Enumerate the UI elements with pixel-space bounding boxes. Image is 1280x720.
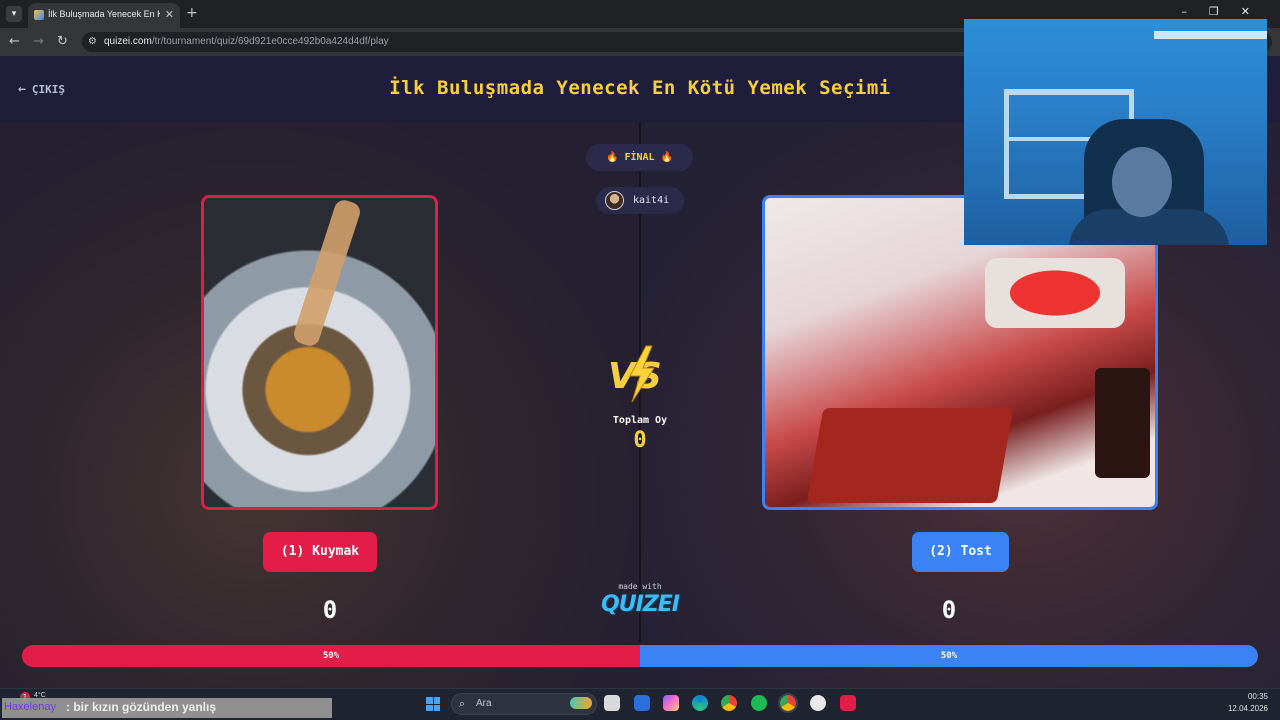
- window-controls[interactable]: –❐✕: [1181, 5, 1272, 18]
- tab-search-icon[interactable]: ▾: [6, 6, 22, 22]
- app-icon[interactable]: [840, 695, 856, 711]
- copilot-icon[interactable]: [663, 695, 679, 711]
- quiz-title: İlk Buluşmada Yenecek En Kötü Yemek Seçi…: [389, 77, 891, 99]
- exit-button[interactable]: ← ÇIKIŞ: [18, 82, 65, 97]
- system-clock[interactable]: 00:35 12.04.2026: [1228, 691, 1268, 715]
- food-photo-detail: [291, 198, 363, 349]
- food-photo-detail: [1095, 368, 1150, 478]
- option-1-percent-bar: 50%: [22, 645, 640, 667]
- edge-icon[interactable]: [692, 695, 708, 711]
- task-view-icon[interactable]: [604, 695, 620, 711]
- spotify-icon[interactable]: [751, 695, 767, 711]
- back-nav-icon[interactable]: ←: [9, 34, 20, 49]
- creator-badge[interactable]: kait4i: [596, 187, 684, 214]
- chat-ticker: Haxelenay : bir kızın gözünden yanlış: [2, 698, 332, 718]
- option-1-votes: 0: [322, 596, 338, 624]
- tab-title: İlk Buluşmada Yenecek En Kötü: [48, 9, 160, 19]
- obs-icon[interactable]: [810, 695, 826, 711]
- search-icon: ⌕: [459, 697, 466, 710]
- browser-tab[interactable]: İlk Buluşmada Yenecek En Kötü ✕: [28, 3, 180, 28]
- chrome-icon[interactable]: [721, 695, 737, 711]
- made-with-label: made with: [618, 582, 662, 591]
- food-photo-detail: [806, 408, 1014, 503]
- clock-date: 12.04.2026: [1227, 704, 1268, 713]
- creator-username: kait4i: [633, 195, 670, 206]
- round-badge: 🔥 FİNAL 🔥: [586, 144, 693, 171]
- forward-nav-icon[interactable]: →: [33, 34, 44, 49]
- back-arrow-icon: ←: [18, 82, 26, 97]
- exit-label: ÇIKIŞ: [31, 83, 65, 96]
- vs-lightning-icon: VS: [608, 345, 662, 403]
- total-votes-label: Toplam Oy: [612, 415, 668, 426]
- food-photo-detail: [985, 258, 1125, 328]
- webcam-overlay: [964, 19, 1267, 245]
- avatar: [605, 191, 624, 210]
- close-tab-icon[interactable]: ✕: [165, 8, 174, 21]
- webcam-person: [1112, 147, 1172, 217]
- site-info-icon[interactable]: ⚙: [88, 36, 97, 47]
- option-1-image[interactable]: [201, 195, 438, 510]
- clock-time: 00:35: [1247, 692, 1268, 701]
- url-text: quizei.com/tr/tournament/quiz/69d921e0cc…: [104, 36, 389, 47]
- outlook-icon[interactable]: [634, 695, 650, 711]
- reload-icon[interactable]: ↻: [57, 34, 68, 49]
- option-2-percent-bar: 50%: [640, 645, 1258, 667]
- favicon-icon: [34, 10, 44, 20]
- vote-option-2-button[interactable]: (2) Tost: [912, 532, 1009, 572]
- chat-message: : bir kızın gözünden yanlış: [66, 700, 217, 714]
- new-tab-icon[interactable]: +: [186, 5, 198, 21]
- chrome-active-icon[interactable]: [778, 693, 798, 713]
- webcam-background: [1154, 31, 1267, 39]
- quizei-logo[interactable]: QUIZEI: [590, 592, 690, 617]
- total-votes-value: 0: [633, 428, 647, 453]
- chat-username: Haxelenay: [4, 701, 56, 713]
- search-placeholder: Ara: [476, 698, 492, 709]
- option-2-votes: 0: [941, 596, 957, 624]
- vote-option-1-button[interactable]: (1) Kuymak: [263, 532, 377, 572]
- windows-start-icon[interactable]: [426, 697, 440, 711]
- taskbar-widget-icon[interactable]: [570, 697, 592, 709]
